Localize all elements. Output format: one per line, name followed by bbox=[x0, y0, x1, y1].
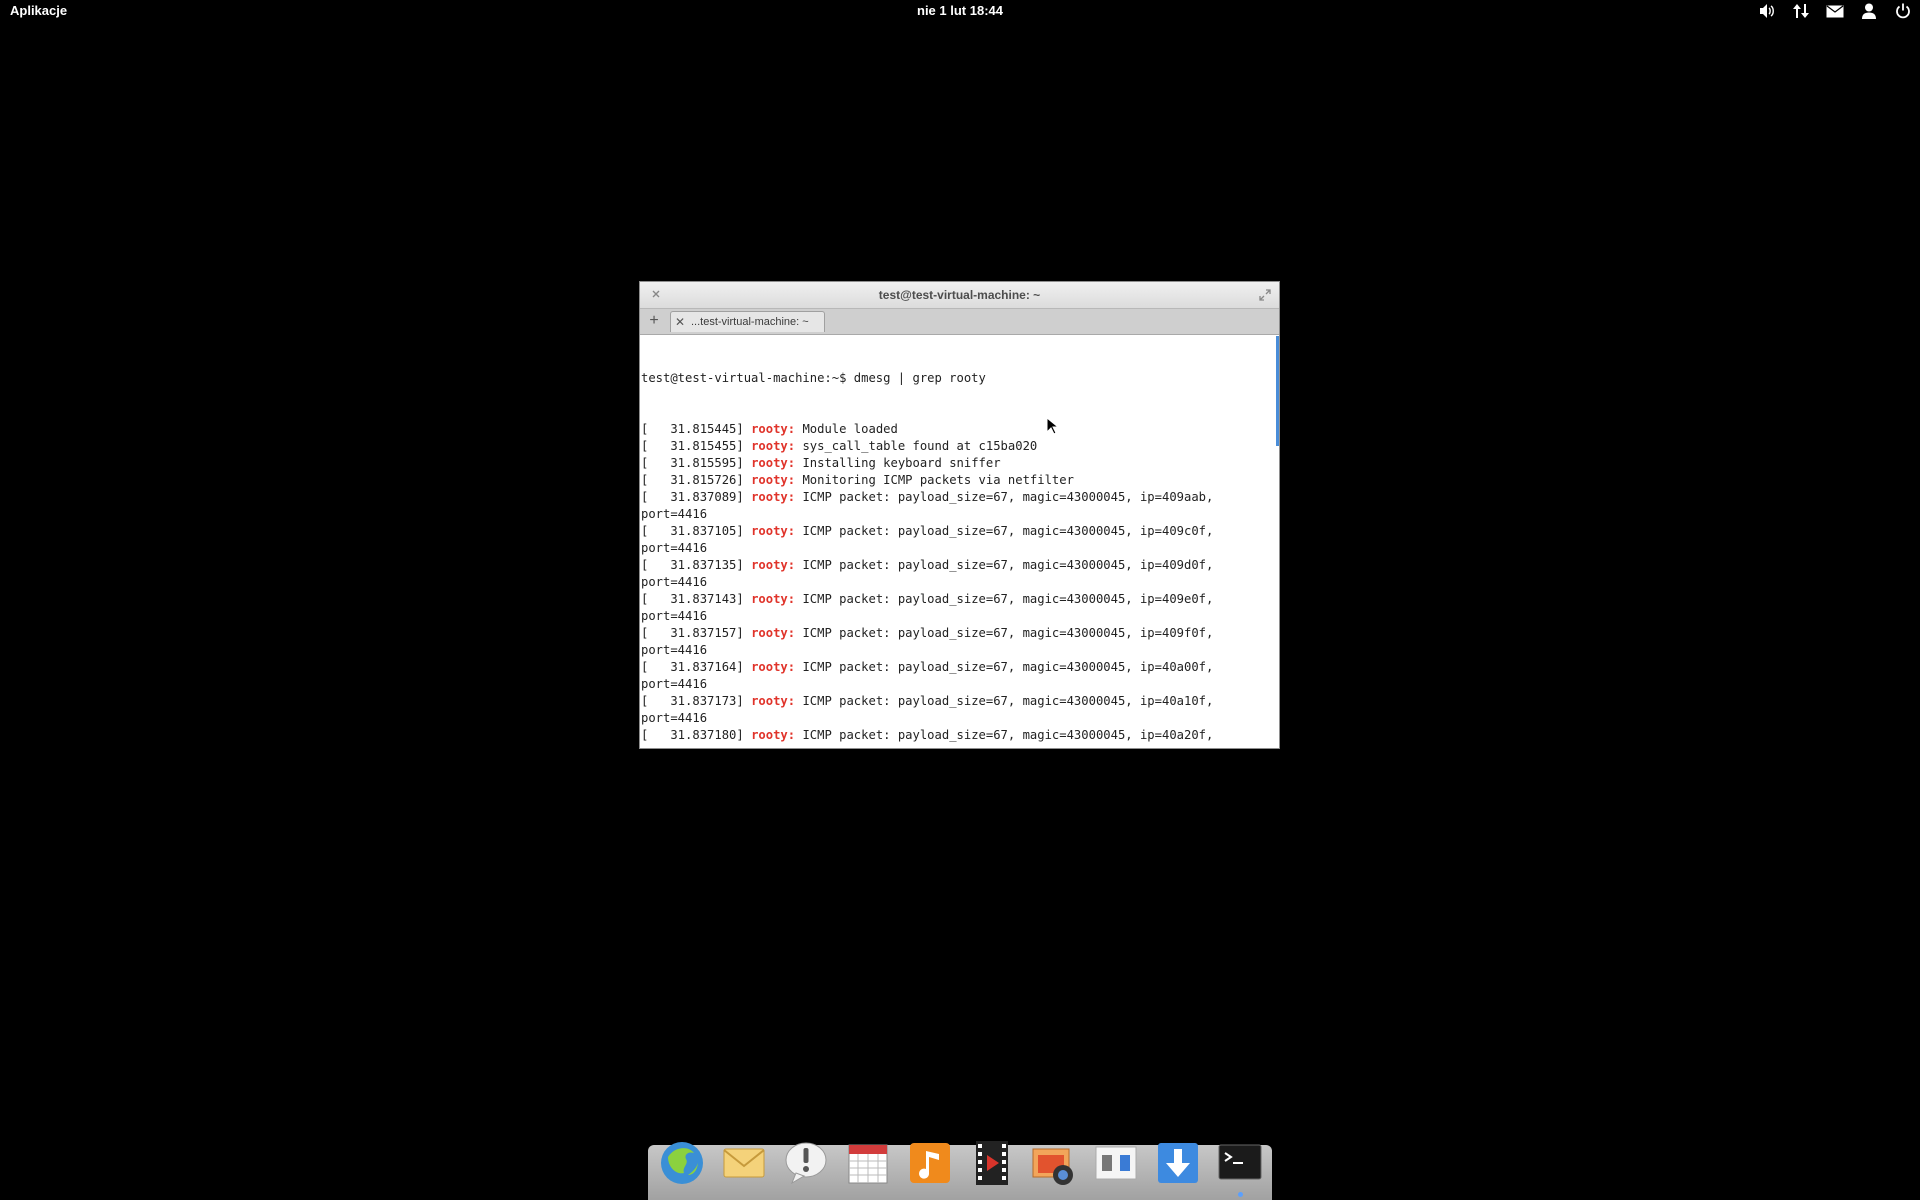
scrollbar[interactable] bbox=[1276, 336, 1279, 446]
log-line: [ 31.837135] rooty: ICMP packet: payload… bbox=[641, 557, 1275, 574]
log-message: ICMP packet: payload_size=67, magic=4300… bbox=[795, 626, 1214, 640]
software-center-icon[interactable] bbox=[1154, 1139, 1202, 1187]
log-line-continuation: port=4416 bbox=[641, 541, 708, 555]
close-tab-icon[interactable]: ✕ bbox=[671, 315, 689, 329]
log-line: [ 31.837157] rooty: ICMP packet: payload… bbox=[641, 625, 1275, 642]
log-line-continuation: port=4416 bbox=[641, 711, 708, 725]
log-line: [ 31.815455] rooty: sys_call_table found… bbox=[641, 438, 1275, 455]
log-line: [ 31.815595] rooty: Installing keyboard … bbox=[641, 455, 1275, 472]
log-message: Installing keyboard sniffer bbox=[795, 456, 1001, 470]
log-timestamp: [ 31.837173] bbox=[641, 694, 744, 708]
log-line-continuation: port=4416 bbox=[641, 507, 708, 521]
log-line-continuation: port=4416 bbox=[641, 575, 708, 589]
log-tag: rooty: bbox=[751, 694, 796, 708]
power-icon[interactable] bbox=[1892, 2, 1914, 20]
dock bbox=[648, 1141, 1272, 1200]
log-line: [ 31.815726] rooty: Monitoring ICMP pack… bbox=[641, 472, 1275, 489]
log-message: ICMP packet: payload_size=67, magic=4300… bbox=[795, 524, 1214, 538]
log-message: ICMP packet: payload_size=67, magic=4300… bbox=[795, 728, 1214, 742]
music-player-icon[interactable] bbox=[906, 1139, 954, 1187]
top-panel: Aplikacje nie 1 lut 18:44 bbox=[0, 0, 1920, 22]
mail-client-icon[interactable] bbox=[720, 1139, 768, 1187]
new-tab-button[interactable]: + bbox=[642, 311, 666, 331]
terminal-icon[interactable] bbox=[1216, 1139, 1264, 1197]
log-tag: rooty: bbox=[751, 660, 796, 674]
log-line: [ 31.837089] rooty: ICMP packet: payload… bbox=[641, 489, 1275, 506]
log-line: [ 31.837105] rooty: ICMP packet: payload… bbox=[641, 523, 1275, 540]
applications-menu[interactable]: Aplikacje bbox=[10, 3, 67, 18]
log-tag: rooty: bbox=[751, 439, 796, 453]
terminal-window: test@test-virtual-machine: ~ + ✕ ...test… bbox=[639, 281, 1280, 749]
photo-viewer-icon[interactable] bbox=[1030, 1139, 1078, 1187]
log-tag: rooty: bbox=[751, 490, 796, 504]
dock-icons bbox=[658, 1139, 1264, 1197]
log-line: [ 31.837143] rooty: ICMP packet: payload… bbox=[641, 591, 1275, 608]
video-player-icon[interactable] bbox=[968, 1139, 1016, 1187]
log-line-continuation: port=4416 bbox=[641, 643, 708, 657]
notifications-icon[interactable] bbox=[782, 1139, 830, 1187]
network-icon[interactable] bbox=[1790, 2, 1812, 20]
log-timestamp: [ 31.815455] bbox=[641, 439, 744, 453]
log-timestamp: [ 31.815595] bbox=[641, 456, 744, 470]
log-timestamp: [ 31.837157] bbox=[641, 626, 744, 640]
calendar-icon[interactable] bbox=[844, 1139, 892, 1187]
log-line: [ 31.837173] rooty: ICMP packet: payload… bbox=[641, 693, 1275, 710]
window-title: test@test-virtual-machine: ~ bbox=[878, 288, 1041, 302]
tab-terminal[interactable]: ✕ ...test-virtual-machine: ~ bbox=[670, 311, 825, 332]
log-line-continuation: port=4416 bbox=[641, 744, 1275, 746]
terminal-output[interactable]: test@test-virtual-machine:~$ dmesg | gre… bbox=[641, 336, 1275, 746]
log-tag: rooty: bbox=[751, 558, 796, 572]
system-settings-icon[interactable] bbox=[1092, 1139, 1140, 1187]
log-line-continuation: port=4416 bbox=[641, 677, 708, 691]
web-browser-icon[interactable] bbox=[658, 1139, 706, 1187]
mouse-pointer-icon bbox=[1046, 416, 1060, 435]
log-timestamp: [ 31.837089] bbox=[641, 490, 744, 504]
clock-container: nie 1 lut 18:44 bbox=[0, 3, 1920, 18]
log-tag: rooty: bbox=[751, 592, 796, 606]
log-message: ICMP packet: payload_size=67, magic=4300… bbox=[795, 660, 1214, 674]
log-timestamp: [ 31.837164] bbox=[641, 660, 744, 674]
tab-bar: + ✕ ...test-virtual-machine: ~ bbox=[640, 308, 1279, 335]
tab-label: ...test-virtual-machine: ~ bbox=[691, 316, 809, 328]
user-icon[interactable] bbox=[1858, 2, 1880, 20]
log-timestamp: [ 31.837180] bbox=[641, 728, 744, 742]
clock[interactable]: nie 1 lut 18:44 bbox=[917, 3, 1003, 18]
log-message: ICMP packet: payload_size=67, magic=4300… bbox=[795, 592, 1214, 606]
maximize-window-icon[interactable] bbox=[1257, 287, 1273, 303]
log-timestamp: [ 31.837105] bbox=[641, 524, 744, 538]
prompt-line: test@test-virtual-machine:~$ dmesg | gre… bbox=[641, 371, 986, 385]
log-message: ICMP packet: payload_size=67, magic=4300… bbox=[795, 490, 1214, 504]
log-tag: rooty: bbox=[751, 728, 796, 742]
log-timestamp: [ 31.837135] bbox=[641, 558, 744, 572]
log-tag: rooty: bbox=[751, 626, 796, 640]
log-message: ICMP packet: payload_size=67, magic=4300… bbox=[795, 694, 1214, 708]
log-line-continuation: port=4416 bbox=[641, 609, 708, 623]
log-message: sys_call_table found at c15ba020 bbox=[795, 439, 1038, 453]
log-line: [ 31.815445] rooty: Module loaded bbox=[641, 421, 1275, 438]
log-tag: rooty: bbox=[751, 473, 796, 487]
log-tag: rooty: bbox=[751, 422, 796, 436]
log-timestamp: [ 31.837143] bbox=[641, 592, 744, 606]
mail-icon[interactable] bbox=[1824, 2, 1846, 20]
log-timestamp: [ 31.815445] bbox=[641, 422, 744, 436]
window-titlebar[interactable]: test@test-virtual-machine: ~ bbox=[640, 282, 1279, 308]
log-tag: rooty: bbox=[751, 524, 796, 538]
indicator-area bbox=[1756, 2, 1914, 20]
volume-icon[interactable] bbox=[1756, 2, 1778, 20]
log-line: [ 31.837180] rooty: ICMP packet: payload… bbox=[641, 727, 1275, 744]
running-indicator bbox=[1238, 1192, 1243, 1197]
log-line: [ 31.837164] rooty: ICMP packet: payload… bbox=[641, 659, 1275, 676]
log-tag: rooty: bbox=[751, 456, 796, 470]
log-message: Monitoring ICMP packets via netfilter bbox=[795, 473, 1074, 487]
log-message: Module loaded bbox=[795, 422, 898, 436]
log-message: ICMP packet: payload_size=67, magic=4300… bbox=[795, 558, 1214, 572]
log-timestamp: [ 31.815726] bbox=[641, 473, 744, 487]
